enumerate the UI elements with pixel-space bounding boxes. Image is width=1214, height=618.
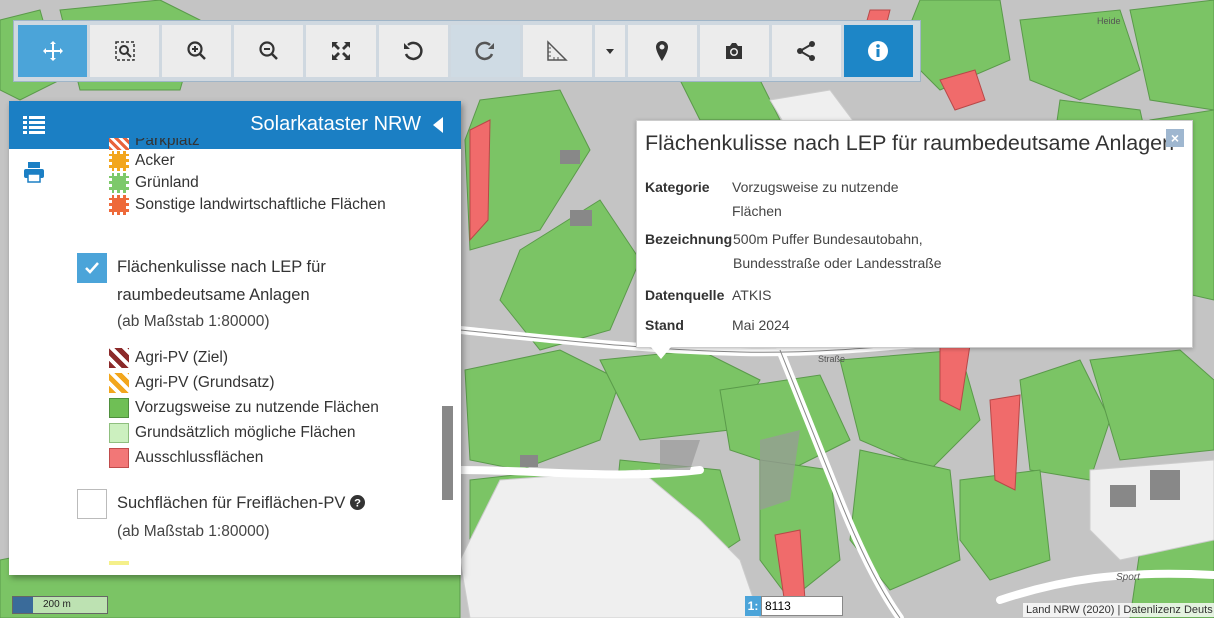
map-label-strasse: Straße [818,354,845,364]
map-marker-icon [656,41,669,61]
popup-title: Flächenkulisse nach LEP für raumbedeutsa… [645,131,1175,155]
legend-label: Sonstige landwirtschaftliche Flächen [135,196,386,213]
legend-top-list: Parkplatz Acker Grünland Sonstige landwi… [109,138,386,216]
legend-item: Agri-PV (Grundsatz) [109,370,379,395]
scale-input[interactable]: 8113 [761,596,843,616]
full-extent-button[interactable] [306,25,376,77]
legend-item: Ausschlussflächen [109,445,379,470]
measure-button[interactable] [522,25,592,77]
zoom-out-button[interactable] [234,25,304,77]
popup-pointer [651,347,671,359]
swatch [109,151,129,171]
measure-icon [547,40,569,61]
popup-label: Kategorie [645,179,710,195]
legend-item: Grünland [109,172,386,194]
swatch [109,422,129,443]
zoom-in-button[interactable] [162,25,232,77]
swatch [109,561,129,565]
legend-label: Grundsätzlich mögliche Flächen [135,423,356,441]
screenshot-button[interactable] [699,25,769,77]
swatch [109,397,129,418]
feature-info-popup: Flächenkulisse nach LEP für raumbedeutsa… [636,120,1193,359]
popup-value: Mai 2024 [732,317,790,333]
legend-content: Parkplatz Acker Grünland Sonstige landwi… [69,138,461,575]
svg-text:?: ? [354,498,361,510]
legend-label: Agri-PV (Ziel) [135,348,229,366]
zoom-box-icon [114,41,135,61]
side-rail [9,149,61,575]
measure-dropdown-button[interactable] [594,25,625,77]
redo-icon [475,41,495,61]
share-button[interactable] [771,25,841,77]
help-icon[interactable]: ? [349,495,365,510]
dropdown-caret-icon [605,49,614,54]
legend-label: Agri-PV (Grundsatz) [135,373,275,391]
scale-prefix: 1: [745,596,761,616]
undo-button[interactable] [378,25,448,77]
layer-lep-legend: Agri-PV (Ziel) Agri-PV (Grundsatz) Vorzu… [109,345,379,470]
swatch [109,138,129,150]
info-icon [868,41,889,61]
legend-panel: Solarkataster NRW Parkplatz Acker Grünla… [9,101,461,575]
swatch [109,173,129,193]
attribution: Land NRW (2020) | Datenlizenz Deuts [1023,603,1214,617]
popup-value: Vorzugsweise zu nutzende Flächen [732,179,899,219]
zoom-in-icon [187,41,206,60]
move-icon [42,41,63,61]
layer-suchflaechen-scale-note: (ab Maßstab 1:80000) [117,523,270,540]
pan-button[interactable] [18,25,88,77]
zoom-out-icon [259,41,278,60]
legend-item: Agri-PV (Ziel) [109,345,379,370]
popup-label: Datenquelle [645,287,725,303]
map-label-sport: Sport [1116,572,1141,583]
zoom-box-button[interactable] [90,25,160,77]
layer-suchflaechen: Suchflächen für Freiflächen-PV ? (ab Maß… [77,489,365,541]
popup-label: Stand [645,317,684,333]
layer-lep-scale-note: (ab Maßstab 1:80000) [117,313,270,330]
map-label-heide: Heide [1097,16,1121,26]
check-icon [85,262,99,274]
scale-bar-fill [13,597,33,613]
popup-value: 500m Puffer Bundesautobahn, Bundesstraße … [733,231,942,271]
layer-suchflaechen-checkbox[interactable] [77,489,107,519]
layer-suchflaechen-title: Suchflächen für Freiflächen-PV ? [117,489,365,517]
legend-item: Grundsätzlich mögliche Flächen [109,420,379,445]
close-icon[interactable]: × [1166,129,1184,147]
undo-icon [404,41,423,61]
swatch [109,372,129,393]
legend-label: Ausschlussflächen [135,448,264,466]
layer-lep-checkbox[interactable] [77,253,107,283]
legend-label: Acker [135,152,175,169]
list-icon[interactable] [23,115,45,135]
legend-item: Vorzugsweise zu nutzende Flächen [109,395,379,420]
legend-label: Grünland [135,174,199,191]
swatch [109,347,129,368]
layer-lep-title-2: raumbedeutsame Anlagen [117,286,310,304]
full-extent-icon [331,42,350,60]
legend-item: Sonstige landwirtschaftliche Flächen [109,194,386,216]
collapse-icon[interactable] [433,117,443,133]
scale-bar: 200 m [12,596,108,614]
redo-button[interactable] [450,25,520,77]
scale-control: 1: 8113 [745,596,843,616]
print-icon[interactable] [23,161,45,183]
info-button[interactable] [843,25,913,77]
legend-label: Vorzugsweise zu nutzende Flächen [135,398,379,416]
share-icon [797,41,816,61]
swatch [109,195,129,215]
map-marker-button[interactable] [627,25,697,77]
layer-lep: Flächenkulisse nach LEP für raumbedeutsa… [77,253,326,331]
popup-label: Bezeichnung [645,231,733,247]
scale-bar-label: 200 m [43,599,71,610]
map-toolbar [13,20,921,82]
camera-icon [726,43,743,59]
swatch [109,447,129,468]
panel-title: Solarkataster NRW [250,113,421,135]
legend-item: Acker [109,150,386,172]
panel-scrollbar[interactable] [442,406,453,500]
popup-value: ATKIS [732,287,772,303]
layer-lep-title-1: Flächenkulisse nach LEP für [117,258,326,276]
legend-item: Parkplatz [109,138,386,150]
legend-label: Parkplatz [135,138,200,149]
